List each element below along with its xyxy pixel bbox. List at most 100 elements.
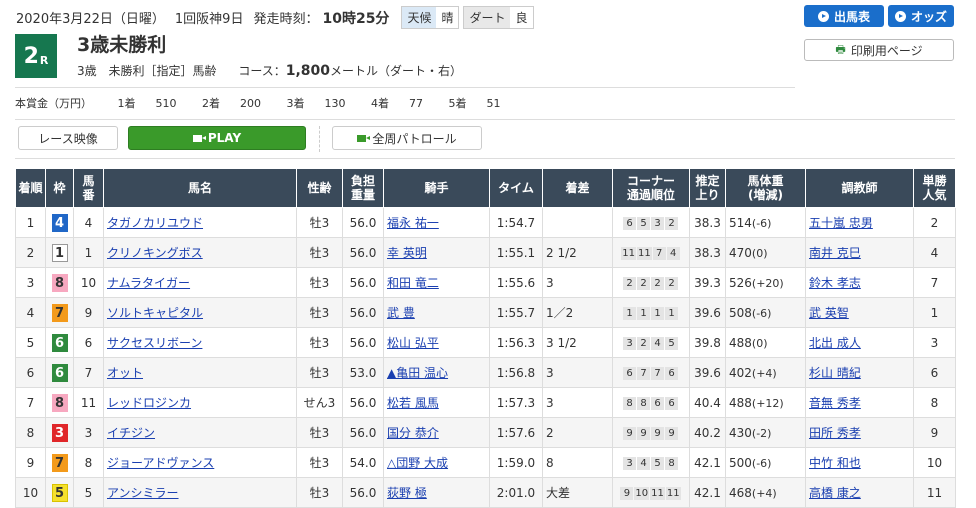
carried-weight: 56.0 [342, 267, 384, 298]
finish-position: 2 [15, 237, 46, 268]
horse-name-link[interactable]: タガノカリユウド [107, 216, 203, 230]
corner-position: 7 [637, 367, 650, 380]
corner-position: 6 [623, 217, 636, 230]
corner-position: 5 [637, 217, 650, 230]
entries-label: 出馬表 [833, 9, 870, 24]
jockey-link[interactable]: ▲亀田 温心 [387, 366, 448, 380]
horse-name-link[interactable]: サクセスリボーン [107, 336, 202, 350]
corner-position: 1 [637, 307, 650, 320]
finish-time: 1:54.7 [489, 207, 543, 238]
horse-number: 6 [73, 327, 104, 358]
entries-button[interactable]: 出馬表 [804, 5, 884, 27]
body-weight: 526(+20) [725, 267, 806, 298]
waku-badge: 1 [51, 243, 68, 262]
carried-weight: 56.0 [342, 327, 384, 358]
margin [542, 207, 613, 238]
trainer-link[interactable]: 武 英智 [809, 306, 849, 320]
odds-label: オッズ [910, 9, 947, 24]
jockey-link[interactable]: △団野 大成 [387, 456, 448, 470]
corner-position: 1 [651, 307, 664, 320]
horse-name-link[interactable]: ジョーアドヴァンス [107, 456, 214, 470]
corner-position: 9 [623, 427, 636, 440]
header-num: 馬番 [73, 168, 104, 208]
horse-name-link[interactable]: アンシミラー [107, 486, 179, 500]
race-conditions: 3歳 未勝利［指定］馬齢 コース：1,800メートル（ダート・右） [77, 62, 462, 79]
corner-position: 11 [621, 247, 636, 260]
sex-age: 牡3 [296, 297, 343, 328]
sex-age: 牡3 [296, 357, 343, 388]
race-info-line: 2020年3月22日（日曜） 1回阪神9日 発走時刻： 10時25分 天候 晴 … [16, 6, 534, 29]
trainer-link[interactable]: 高橋 康之 [809, 486, 861, 500]
trainer-link[interactable]: 鈴木 孝志 [809, 276, 861, 290]
corner-position: 2 [623, 277, 636, 290]
race-distance: 1,800 [285, 63, 331, 79]
corner-position: 6 [665, 367, 678, 380]
win-popularity: 1 [913, 297, 956, 328]
body-weight-value: 470 [729, 245, 752, 260]
horse-name-link[interactable]: イチジン [107, 426, 155, 440]
jockey-cell: 和田 竜二 [383, 267, 490, 298]
table-header-row: 着順枠馬番馬名 性齢 負担 重量 騎手 タイム 着差 コーナー 通過順位 推定 上り 馬体重 (増減) 調… [15, 168, 956, 208]
jockey-link[interactable]: 福永 祐一 [387, 216, 439, 230]
last-3f: 38.3 [689, 207, 726, 238]
corner-position: 4 [637, 457, 650, 470]
table-row: 9 7 8 ジョーアドヴァンス 牡3 54.0 △団野 大成 1:59.0 8 3 4 5 8 42.1 5… [15, 447, 956, 478]
jockey-link[interactable]: 幸 英明 [387, 246, 427, 260]
body-weight-value: 488 [729, 335, 752, 350]
trainer-cell: 武 英智 [805, 297, 914, 328]
table-row: 7 8 11 レッドロジンカ せん3 56.0 松若 風馬 1:57.3 3 8 8 6 6 40.4 48… [15, 387, 956, 418]
finish-position: 3 [15, 267, 46, 298]
last-3f: 42.1 [689, 477, 726, 508]
trainer-link[interactable]: 南井 克巳 [809, 246, 861, 260]
corner-positions: 1111 [612, 297, 690, 328]
waku-badge: 4 [51, 213, 68, 232]
jockey-link[interactable]: 松山 弘平 [387, 336, 439, 350]
table-row: 3 8 10 ナムラタイガー 牡3 56.0 和田 竜二 1:55.6 3 2 2 2 2 39.3 526… [15, 267, 956, 298]
sex-age: 牡3 [296, 207, 343, 238]
horse-number: 1 [73, 237, 104, 268]
jockey-link[interactable]: 荻野 極 [387, 486, 427, 500]
trainer-cell: 音無 秀孝 [805, 387, 914, 418]
horse-name-cell: イチジン [103, 417, 297, 448]
carried-weight: 56.0 [342, 207, 384, 238]
win-popularity: 3 [913, 327, 956, 358]
waku-cell: 6 [45, 327, 74, 358]
jockey-link[interactable]: 和田 竜二 [387, 276, 439, 290]
finish-time: 1:55.7 [489, 297, 543, 328]
trainer-cell: 高橋 康之 [805, 477, 914, 508]
finish-position: 9 [15, 447, 46, 478]
play-button[interactable]: PLAY [128, 126, 306, 150]
trainer-link[interactable]: 五十嵐 忠男 [809, 216, 873, 230]
trainer-link[interactable]: 中竹 和也 [809, 456, 861, 470]
print-page-button[interactable]: 🖶 印刷用ページ [804, 39, 954, 61]
trainer-cell: 鈴木 孝志 [805, 267, 914, 298]
finish-time: 1:55.1 [489, 237, 543, 268]
trainer-link[interactable]: 杉山 晴紀 [809, 366, 861, 380]
corner-position: 3 [623, 457, 636, 470]
trainer-link[interactable]: 田所 秀孝 [809, 426, 861, 440]
horse-name-link[interactable]: レッドロジンカ [107, 396, 191, 410]
trainer-link[interactable]: 北出 成人 [809, 336, 861, 350]
corner-positions: 3458 [612, 447, 690, 478]
body-weight-change: (+12) [751, 396, 784, 410]
jockey-link[interactable]: 武 豊 [387, 306, 415, 320]
jockey-link[interactable]: 国分 恭介 [387, 426, 439, 440]
horse-name-link[interactable]: オット [107, 366, 143, 380]
video-camera-icon [192, 134, 206, 142]
patrol-button[interactable]: 全周パトロール [332, 126, 482, 150]
horse-name-cell: レッドロジンカ [103, 387, 297, 418]
corner-positions: 9999 [612, 417, 690, 448]
body-weight-value: 488 [729, 395, 752, 410]
horse-number: 3 [73, 417, 104, 448]
odds-button[interactable]: オッズ [888, 5, 954, 27]
trainer-link[interactable]: 音無 秀孝 [809, 396, 861, 410]
jockey-link[interactable]: 松若 風馬 [387, 396, 439, 410]
horse-name-link[interactable]: クリノキングボス [107, 246, 203, 260]
horse-name-link[interactable]: ナムラタイガー [107, 276, 190, 290]
horse-name-cell: アンシミラー [103, 477, 297, 508]
finish-time: 1:56.8 [489, 357, 543, 388]
horse-name-link[interactable]: ソルトキャピタル [107, 306, 203, 320]
body-weight: 500(-6) [725, 447, 806, 478]
body-weight-change: (-6) [751, 306, 772, 320]
corner-position: 9 [651, 427, 664, 440]
